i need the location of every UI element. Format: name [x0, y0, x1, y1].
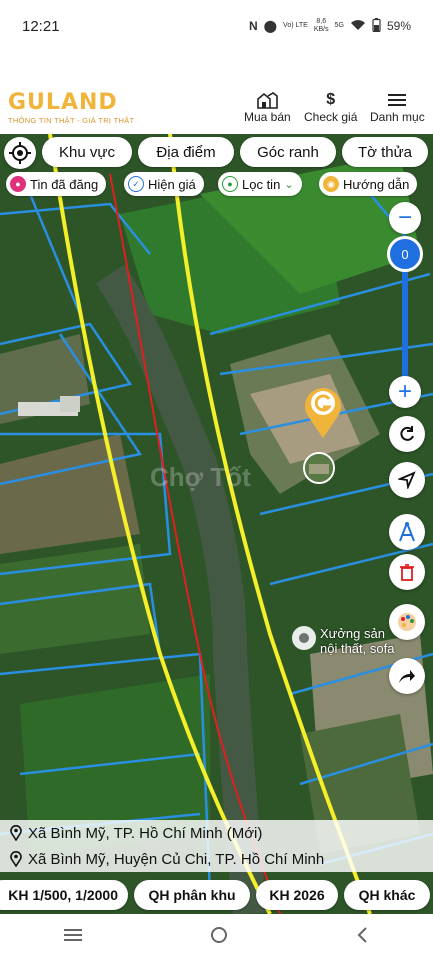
poi-marker[interactable]: [292, 626, 316, 650]
share-button[interactable]: [389, 658, 425, 694]
poi-label: Xưởng sản nội thất, sofa: [320, 626, 433, 656]
location-pin-icon: [10, 825, 22, 841]
navigate-button[interactable]: [389, 462, 425, 498]
dollar-icon: $: [326, 91, 336, 108]
toggle-posted-label: Tin đã đăng: [30, 176, 99, 192]
hamburger-icon: [388, 90, 407, 110]
delete-button[interactable]: [389, 554, 425, 590]
location-pin-icon: ●: [222, 176, 238, 192]
location-pin-icon: [10, 851, 22, 867]
compass-measure-icon: [399, 522, 415, 542]
chevron-down-icon: ⌄: [284, 178, 294, 191]
guland-pin-icon: [305, 388, 341, 438]
poi-pin-icon: [299, 633, 309, 643]
lte-label: Vo) LTE: [283, 22, 308, 29]
guide-icon: ◉: [323, 176, 339, 192]
speed-indicator: 8,6 KB/s: [313, 18, 329, 33]
refresh-icon: [400, 426, 414, 441]
toggle-show-price-label: Hiện giá: [148, 176, 196, 192]
poi-label-line1: Xưởng sản: [320, 626, 385, 641]
logo-wordmark: GULAND: [8, 90, 118, 115]
watermark: Chợ Tốt: [150, 462, 251, 492]
address-old-text: Xã Bình Mỹ, Huyện Củ Chi, TP. Hồ Chí Min…: [28, 850, 325, 868]
layer-other-button[interactable]: QH khác: [344, 880, 430, 910]
address-new: Xã Bình Mỹ, TP. Hồ Chí Minh (Mới): [0, 820, 433, 846]
nav-check-price-label: Check giá: [304, 110, 358, 124]
share-arrow-icon: [399, 670, 415, 683]
toggle-filter[interactable]: ● Lọc tin ⌄: [218, 172, 302, 196]
toggle-filter-label: Lọc tin: [242, 176, 281, 192]
address-old: Xã Bình Mỹ, Huyện Củ Chi, TP. Hồ Chí Min…: [0, 846, 433, 872]
toggle-guide-label: Hướng dẫn: [343, 176, 410, 192]
satellite-map: [0, 134, 433, 914]
home-circle-icon: [210, 926, 227, 943]
back-button[interactable]: [356, 926, 370, 949]
crosshair-icon: [9, 142, 31, 164]
layer-scale-button[interactable]: KH 1/500, 1/2000: [0, 880, 128, 910]
toggle-posted[interactable]: ● Tin đã đăng: [6, 172, 107, 196]
network-label: 5G: [334, 22, 344, 29]
measure-button[interactable]: [389, 514, 425, 550]
guland-marker[interactable]: [302, 382, 344, 440]
nav-menu[interactable]: Danh mục: [370, 90, 425, 124]
navigation-arrow-icon: [398, 471, 416, 489]
status-bar: 12:21 N ⬤ Vo) LTE 8,6 KB/s 5G 59%: [0, 0, 433, 52]
filter-area-button[interactable]: Khu vực: [42, 137, 132, 167]
status-icons: N ⬤ Vo) LTE 8,6 KB/s 5G 59%: [248, 17, 411, 35]
filter-parcel-button[interactable]: Tờ thửa: [342, 137, 428, 167]
nav-buy-sell-label: Mua bán: [244, 110, 291, 124]
filter-corner-button[interactable]: Góc ranh: [240, 137, 336, 167]
address-new-text: Xã Bình Mỹ, TP. Hồ Chí Minh (Mới): [28, 824, 263, 842]
layer-zoning-button[interactable]: QH phân khu: [134, 880, 250, 910]
pin-icon: ●: [10, 176, 26, 192]
toggle-guide[interactable]: ◉ Hướng dẫn: [319, 172, 418, 196]
nav-check-price[interactable]: $ Check giá: [304, 90, 357, 124]
zoom-in-button[interactable]: +: [389, 376, 421, 408]
nav-buy-sell[interactable]: Mua bán: [244, 90, 291, 124]
poi-label-line2: nội thất, sofa: [320, 641, 395, 656]
thumbnail-image: [305, 454, 333, 482]
recents-icon: [63, 928, 82, 941]
battery-icon: [372, 17, 381, 35]
check-circle-icon: ✓: [128, 176, 144, 192]
house-icon: [256, 90, 279, 110]
toggle-show-price[interactable]: ✓ Hiện giá: [124, 172, 204, 196]
nav-menu-label: Danh mục: [370, 110, 425, 124]
filter-place-button[interactable]: Địa điểm: [138, 137, 234, 167]
status-time: 12:21: [22, 17, 60, 35]
zoom-slider-handle[interactable]: 0: [387, 236, 423, 272]
app-header: GULAND THÔNG TIN THẬT - GIÁ TRỊ THẬT Mua…: [0, 84, 433, 134]
listing-thumbnail-marker[interactable]: [303, 452, 335, 484]
trash-icon: [400, 564, 414, 581]
wifi-icon: [350, 19, 366, 34]
system-nav-bar: [0, 914, 433, 960]
nfc-icon: N: [248, 19, 258, 33]
battery-percent: 59%: [386, 19, 411, 33]
recent-apps-button[interactable]: [63, 928, 82, 947]
home-button[interactable]: [209, 925, 229, 950]
refresh-button[interactable]: [389, 416, 425, 452]
guland-logo[interactable]: GULAND THÔNG TIN THẬT - GIÁ TRỊ THẬT: [8, 90, 143, 130]
layer-plan-2026-button[interactable]: KH 2026: [256, 880, 338, 910]
back-chevron-icon: [357, 926, 367, 943]
map-view[interactable]: Chợ Tốt Khu vực Địa điểm Góc ranh Tờ thử…: [0, 134, 433, 914]
logo-tagline: THÔNG TIN THẬT - GIÁ TRỊ THẬT: [8, 116, 135, 125]
zoom-out-button[interactable]: −: [389, 202, 421, 234]
location-icon: ⬤: [263, 19, 278, 33]
gps-locate-button[interactable]: [4, 137, 36, 169]
